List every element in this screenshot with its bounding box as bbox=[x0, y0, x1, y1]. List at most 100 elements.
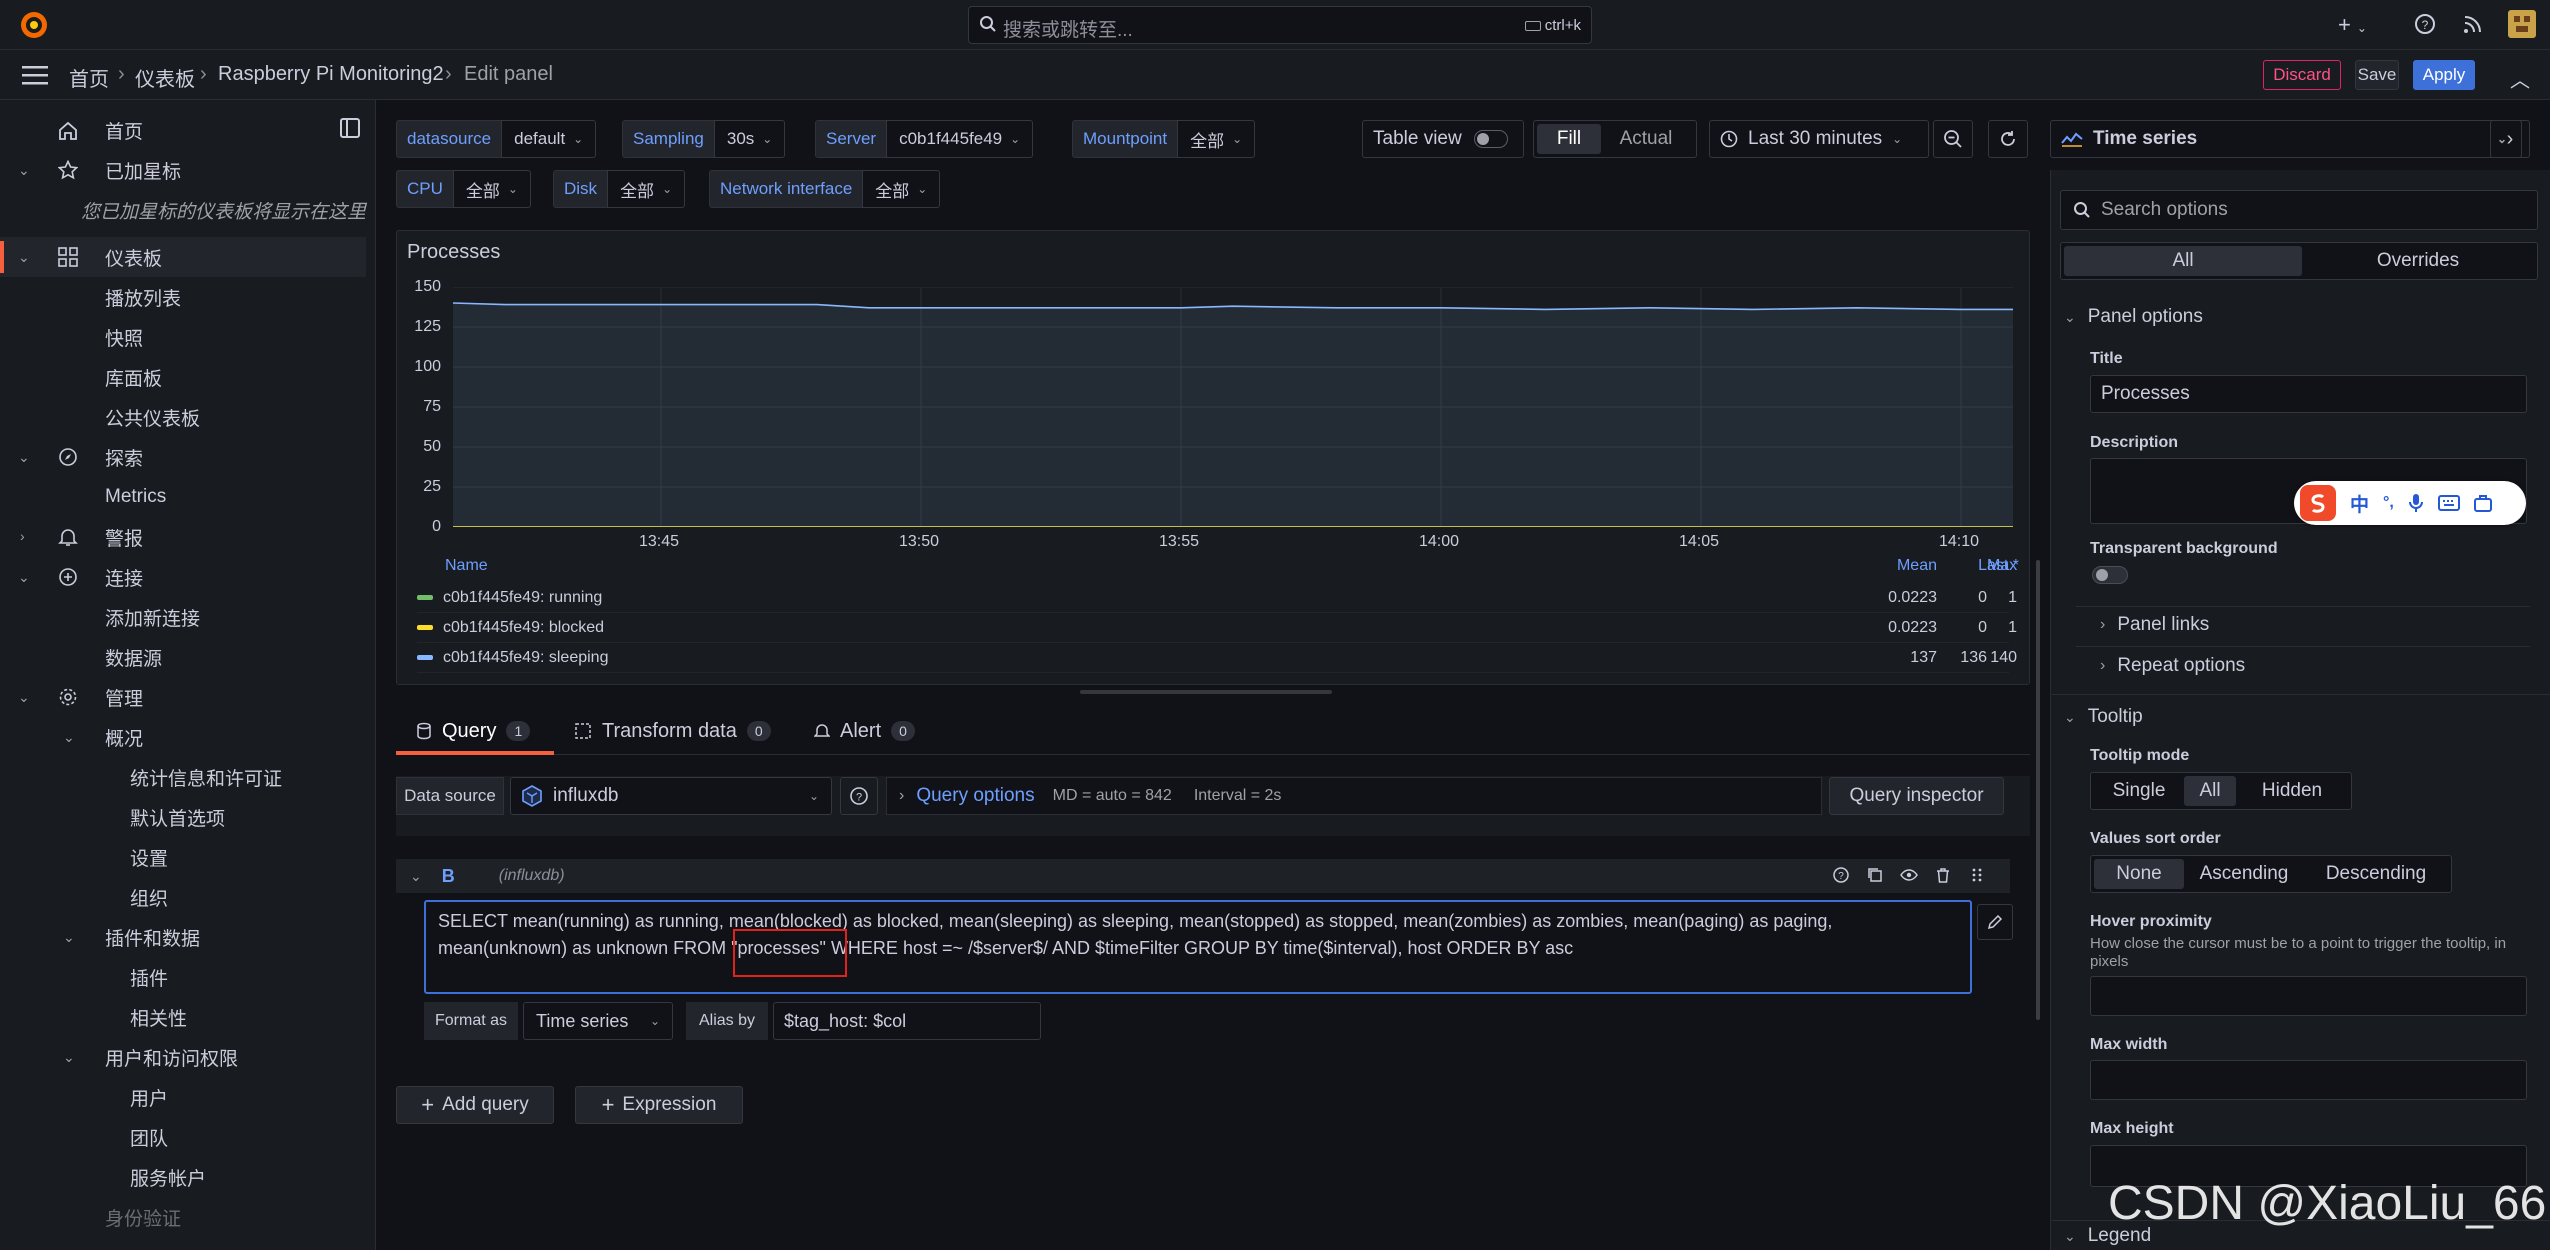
drag-handle-icon[interactable] bbox=[1968, 866, 1986, 884]
nav-item-library-panels[interactable]: 库面板 bbox=[0, 357, 366, 397]
nav-item-explore[interactable]: ⌄ 探索 bbox=[0, 437, 366, 477]
ime-punctuation-mode[interactable]: °, bbox=[2383, 494, 2394, 512]
duplicate-icon[interactable] bbox=[1866, 866, 1884, 884]
variable-mountpoint[interactable]: Mountpoint 全部 ⌄ bbox=[1072, 120, 1256, 158]
tooltip-mode-hidden[interactable]: Hidden bbox=[2236, 776, 2348, 806]
toolbox-icon[interactable] bbox=[2473, 494, 2492, 512]
nav-item-administration[interactable]: ⌄ 管理 bbox=[0, 677, 366, 717]
variable-datasource[interactable]: datasource default ⌄ bbox=[396, 120, 597, 158]
visualization-picker[interactable]: Time series ⌄ bbox=[2050, 120, 2522, 158]
grafana-logo-icon[interactable] bbox=[18, 9, 50, 41]
discard-button[interactable]: Discard bbox=[2263, 60, 2341, 90]
nav-item-alerting[interactable]: › 警报 bbox=[0, 517, 366, 557]
query-options-label[interactable]: Query options bbox=[916, 785, 1034, 807]
tab-all[interactable]: All bbox=[2064, 246, 2302, 276]
nav-item-public-dashboards[interactable]: 公共仪表板 bbox=[0, 397, 366, 437]
legend-series-name[interactable]: c0b1f445fe49: blocked bbox=[443, 619, 604, 637]
format-as-select[interactable]: Time series ⌄ bbox=[523, 1002, 673, 1040]
legend-header-max[interactable]: Max bbox=[1987, 557, 2017, 575]
nav-item-starred[interactable]: ⌄ 已加星标 bbox=[0, 150, 366, 190]
tooltip-section[interactable]: ⌄ Tooltip bbox=[2064, 706, 2143, 728]
nav-item-stats-license[interactable]: 统计信息和许可证 bbox=[0, 757, 366, 797]
tab-overrides[interactable]: Overrides bbox=[2302, 246, 2534, 276]
nav-item-settings[interactable]: 设置 bbox=[0, 837, 366, 877]
eye-icon[interactable] bbox=[1900, 866, 1918, 884]
breadcrumb-home[interactable]: 首页 bbox=[69, 63, 109, 92]
rss-news-icon[interactable] bbox=[2462, 13, 2484, 35]
nav-item-orgs[interactable]: 组织 bbox=[0, 877, 366, 917]
save-button[interactable]: Save bbox=[2355, 60, 2399, 90]
chevron-down-icon[interactable]: ⌄ bbox=[18, 690, 32, 704]
chevron-right-icon[interactable]: › bbox=[20, 529, 34, 543]
chevron-up-icon[interactable]: ︿ bbox=[2510, 64, 2530, 93]
nav-item-authentication[interactable]: 身份验证 bbox=[0, 1197, 366, 1237]
user-avatar[interactable] bbox=[2508, 10, 2536, 38]
add-expression-button[interactable]: + Expression bbox=[575, 1086, 743, 1124]
variable-disk[interactable]: Disk 全部 ⌄ bbox=[553, 170, 686, 208]
nav-item-plugins-data[interactable]: ⌄ 插件和数据 bbox=[0, 917, 366, 957]
nav-item-home[interactable]: 首页 bbox=[0, 110, 366, 150]
variable-select[interactable]: 全部 ⌄ bbox=[452, 170, 531, 208]
nav-item-plugins[interactable]: 插件 bbox=[0, 957, 366, 997]
resize-handle[interactable] bbox=[1080, 690, 1332, 694]
legend-series-name[interactable]: c0b1f445fe49: sleeping bbox=[443, 649, 608, 667]
datasource-picker[interactable]: influxdb ⌄ bbox=[510, 777, 832, 815]
query-row-header[interactable]: ⌄ B (influxdb) bbox=[396, 859, 2010, 893]
nav-item-default-preferences[interactable]: 默认首选项 bbox=[0, 797, 366, 837]
nav-item-dashboards[interactable]: ⌄ 仪表板 bbox=[0, 237, 366, 277]
query-text-editor[interactable]: SELECT mean(running) as running, mean(bl… bbox=[424, 900, 1972, 994]
chevron-down-icon[interactable]: ⌄ bbox=[18, 163, 32, 177]
nav-item-metrics[interactable]: Metrics bbox=[0, 477, 366, 517]
nav-item-snapshots[interactable]: 快照 bbox=[0, 317, 366, 357]
tab-query[interactable]: Query 1 bbox=[416, 708, 531, 754]
tooltip-mode-single[interactable]: Single bbox=[2094, 776, 2184, 806]
chart-plot[interactable] bbox=[453, 287, 2013, 527]
legend-header-mean[interactable]: Mean bbox=[1847, 557, 1937, 575]
alias-by-input[interactable]: $tag_host: $col bbox=[773, 1002, 1041, 1040]
help-icon[interactable]: ? bbox=[2414, 13, 2436, 35]
nav-item-general[interactable]: ⌄ 概况 bbox=[0, 717, 366, 757]
title-input[interactable]: Processes bbox=[2090, 375, 2527, 413]
microphone-icon[interactable] bbox=[2408, 493, 2424, 513]
variable-select[interactable]: c0b1f445fe49 ⌄ bbox=[886, 120, 1034, 158]
variable-select[interactable]: 全部 ⌄ bbox=[862, 170, 941, 208]
variable-cpu[interactable]: CPU 全部 ⌄ bbox=[396, 170, 531, 208]
new-dropdown-button[interactable]: + ⌄ bbox=[2338, 12, 2367, 38]
variable-server[interactable]: Server c0b1f445fe49 ⌄ bbox=[815, 120, 1034, 158]
tooltip-mode-all[interactable]: All bbox=[2184, 776, 2236, 806]
breadcrumb-dashboards[interactable]: 仪表板 bbox=[135, 63, 195, 92]
options-search-input[interactable]: Search options bbox=[2060, 190, 2538, 230]
nav-item-teams[interactable]: 团队 bbox=[0, 1117, 366, 1157]
transparent-toggle[interactable] bbox=[2092, 566, 2128, 584]
sort-descending[interactable]: Descending bbox=[2304, 859, 2448, 889]
nav-item-datasources[interactable]: 数据源 bbox=[0, 637, 366, 677]
repeat-options-section[interactable]: › Repeat options bbox=[2100, 655, 2245, 677]
collapse-options-button[interactable]: › bbox=[2490, 120, 2530, 158]
time-range-picker[interactable]: Last 30 minutes ⌄ bbox=[1709, 120, 1929, 158]
variable-sampling[interactable]: Sampling 30s ⌄ bbox=[622, 120, 786, 158]
tab-alert[interactable]: Alert 0 bbox=[814, 708, 915, 754]
apply-button[interactable]: Apply bbox=[2413, 60, 2475, 90]
chevron-down-icon[interactable]: ⌄ bbox=[63, 930, 77, 944]
query-inspector-button[interactable]: Query inspector bbox=[1829, 777, 2004, 815]
ime-toolbar[interactable]: 中 °, bbox=[2294, 481, 2526, 525]
chevron-down-icon[interactable]: ⌄ bbox=[63, 730, 77, 744]
legend-row[interactable]: c0b1f445fe49: sleeping 137 136 140 bbox=[417, 643, 2017, 673]
legend-row[interactable]: c0b1f445fe49: blocked 0.0223 0 1 bbox=[417, 613, 2017, 643]
menu-icon[interactable] bbox=[22, 64, 48, 86]
chevron-down-icon[interactable]: ⌄ bbox=[18, 570, 32, 584]
panel-options-section[interactable]: ⌄ Panel options bbox=[2064, 306, 2203, 328]
max-width-input[interactable] bbox=[2090, 1060, 2527, 1100]
sort-ascending[interactable]: Ascending bbox=[2184, 859, 2304, 889]
actual-option[interactable]: Actual bbox=[1601, 124, 1691, 154]
variable-select[interactable]: 全部 ⌄ bbox=[607, 170, 686, 208]
legend-header-name[interactable]: Name bbox=[445, 557, 488, 575]
variable-select[interactable]: default ⌄ bbox=[501, 120, 597, 158]
datasource-help-button[interactable]: ? bbox=[840, 777, 878, 815]
chevron-down-icon[interactable]: ⌄ bbox=[410, 868, 422, 885]
nav-item-users-access[interactable]: ⌄ 用户和访问权限 bbox=[0, 1037, 366, 1077]
sogou-logo-icon[interactable] bbox=[2300, 485, 2336, 521]
help-icon[interactable]: ? bbox=[1832, 866, 1850, 884]
chevron-down-icon[interactable]: ⌄ bbox=[18, 250, 32, 264]
legend-row[interactable]: c0b1f445fe49: running 0.0223 0 1 bbox=[417, 583, 2017, 613]
